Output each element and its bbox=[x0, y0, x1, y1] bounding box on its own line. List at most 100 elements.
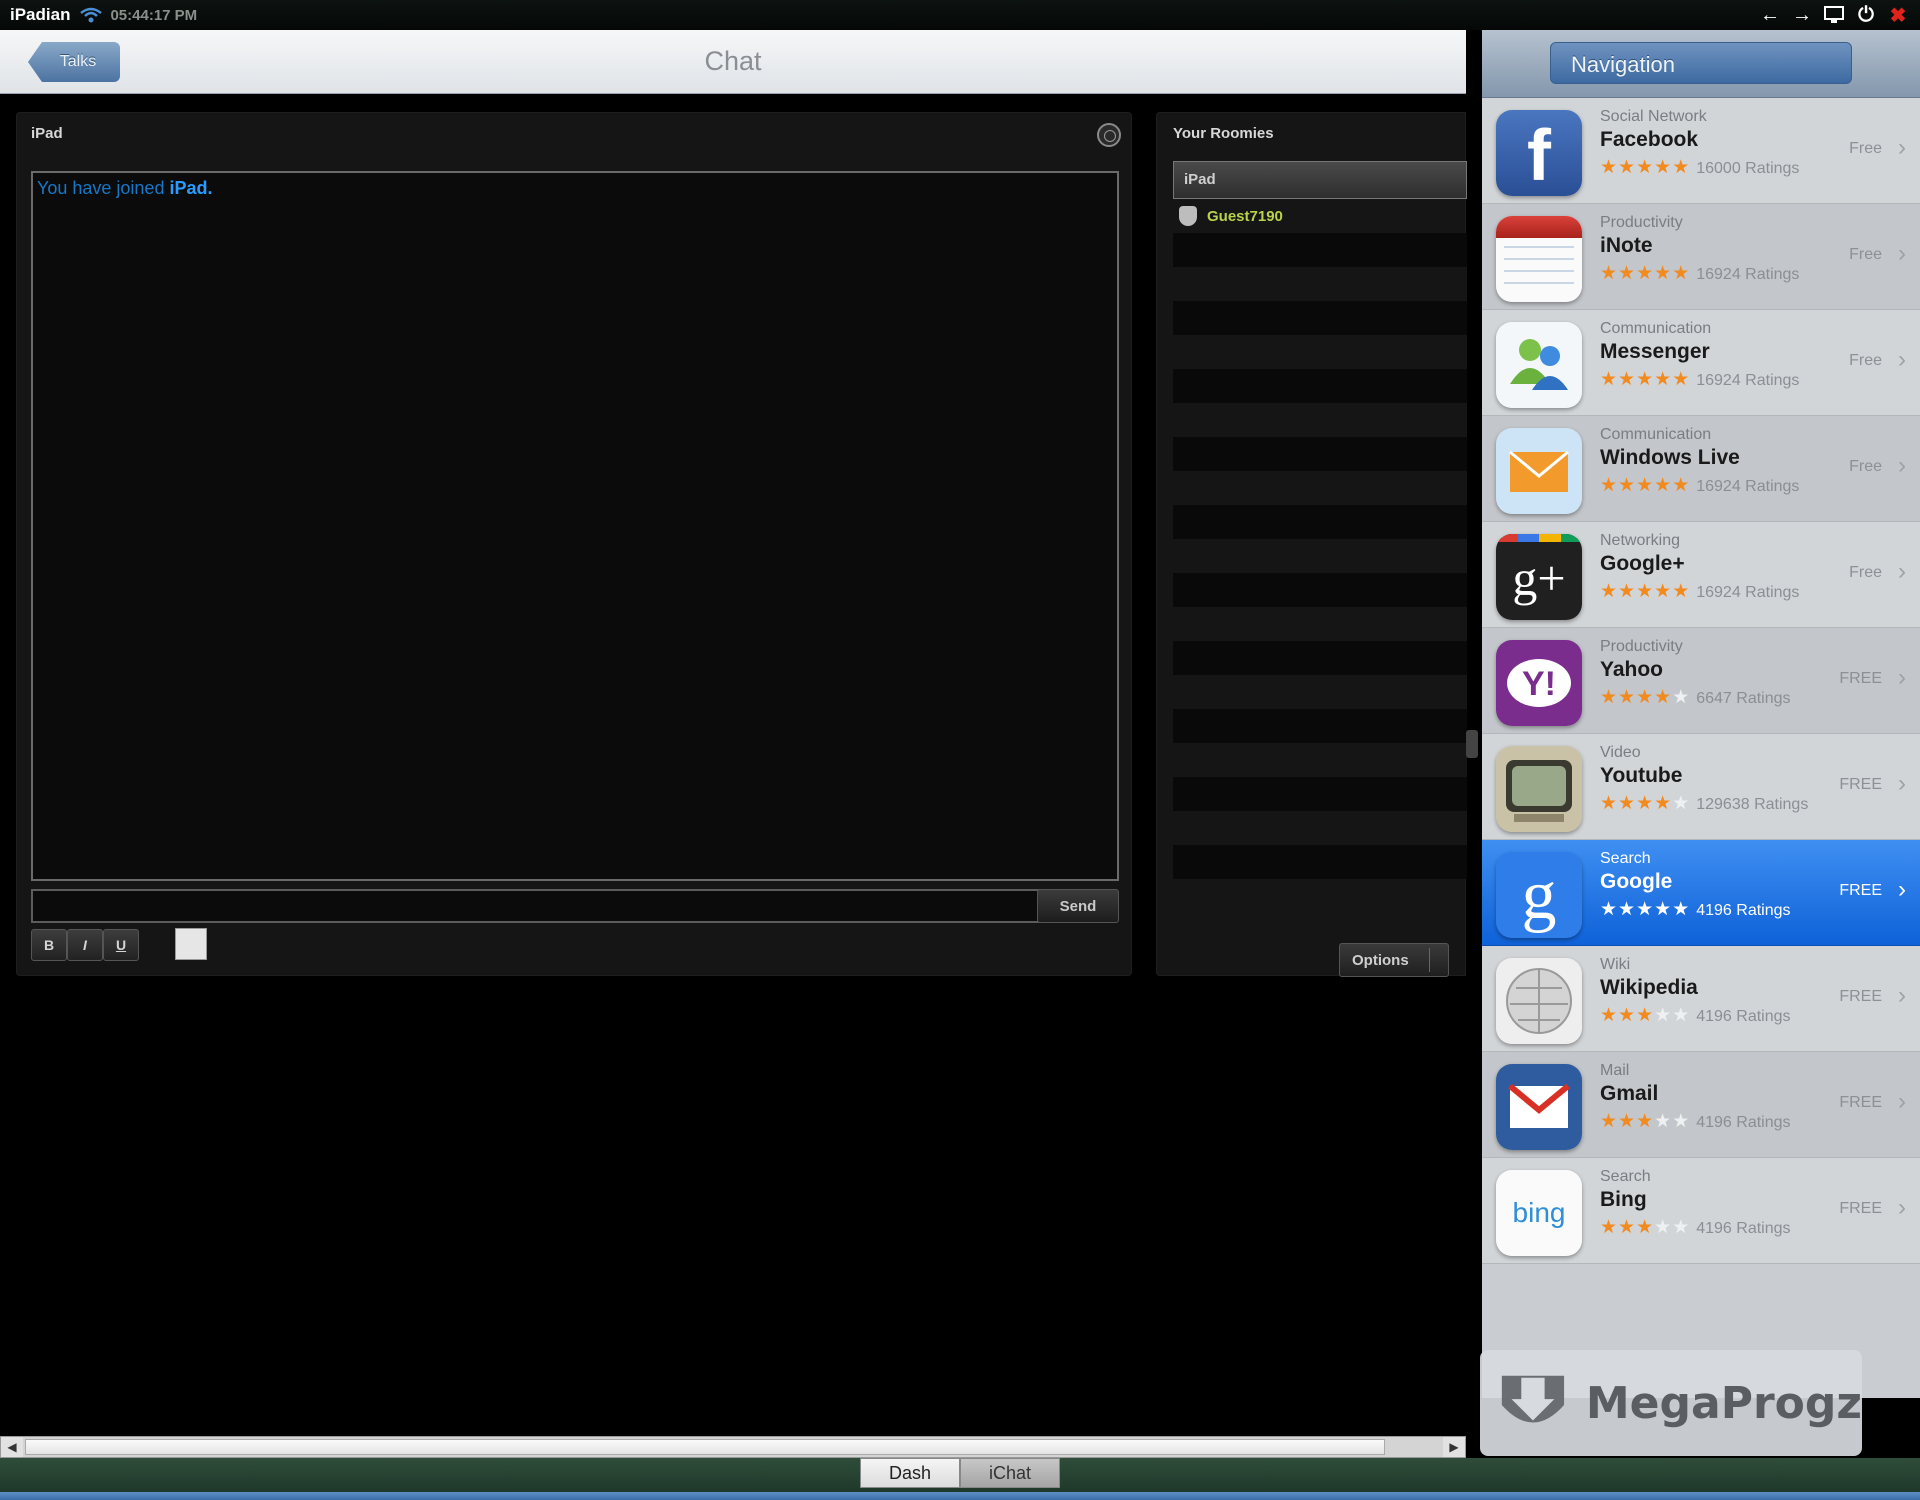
star-icon: ★ bbox=[1600, 1111, 1619, 1132]
star-icon: ★ bbox=[1636, 899, 1655, 920]
app-name: Google+ bbox=[1600, 552, 1685, 575]
back-arrow-icon[interactable]: ← bbox=[1758, 3, 1782, 27]
roomie-empty-row bbox=[1173, 267, 1467, 301]
app-list-item[interactable]: g+ Networking Google+ ★★★★★ 16924 Ratings Fre… bbox=[1482, 522, 1920, 628]
star-icon: ★ bbox=[1654, 1217, 1673, 1238]
star-icon: ★ bbox=[1672, 899, 1691, 920]
gmail-icon bbox=[1496, 1064, 1582, 1150]
text-color-swatch[interactable] bbox=[175, 928, 207, 960]
panel-close-icon[interactable] bbox=[1097, 123, 1121, 147]
wikipedia-globe-icon bbox=[1496, 958, 1582, 1044]
bold-button[interactable]: B bbox=[31, 929, 67, 961]
message-input[interactable] bbox=[31, 889, 1043, 923]
roomie-empty-row bbox=[1173, 675, 1467, 709]
app-list: f Social Network Facebook ★★★★★ 16000 Rating… bbox=[1482, 98, 1920, 1264]
svg-text:g: g bbox=[1522, 857, 1557, 934]
tab-dash[interactable]: Dash bbox=[860, 1458, 960, 1488]
ratings-count: 4196 Ratings bbox=[1696, 1220, 1791, 1237]
roomie-empty-row bbox=[1173, 505, 1467, 539]
star-icon: ★ bbox=[1654, 581, 1673, 602]
shield-icon bbox=[1179, 206, 1197, 226]
forward-arrow-icon[interactable]: → bbox=[1790, 3, 1814, 27]
roomie-empty-row bbox=[1173, 607, 1467, 641]
star-icon: ★ bbox=[1600, 369, 1619, 390]
chat-panel: iPad You have joined iPad. Send B I U bbox=[16, 112, 1132, 976]
tab-ichat[interactable]: iChat bbox=[960, 1458, 1060, 1488]
star-icon: ★ bbox=[1600, 475, 1619, 496]
app-list-item[interactable]: f Social Network Facebook ★★★★★ 16000 Rating… bbox=[1482, 98, 1920, 204]
app-list-item[interactable]: Communication Messenger ★★★★★ 16924 Ratings… bbox=[1482, 310, 1920, 416]
mail-envelope-icon bbox=[1496, 428, 1582, 514]
google-plus-icon: g+ bbox=[1496, 534, 1582, 620]
app-list-item[interactable]: Mail Gmail ★★★★★ 4196 Ratings FREE › bbox=[1482, 1052, 1920, 1158]
star-rating: ★★★★★ 16924 Ratings bbox=[1600, 474, 1799, 497]
app-list-item[interactable]: bing Search Bing ★★★★★ 4196 Ratings FREE › bbox=[1482, 1158, 1920, 1264]
app-category: Networking bbox=[1600, 532, 1681, 549]
star-icon: ★ bbox=[1654, 263, 1673, 284]
star-icon: ★ bbox=[1672, 687, 1691, 708]
chevron-right-icon: › bbox=[1898, 876, 1906, 903]
app-category: Productivity bbox=[1600, 214, 1683, 231]
nav-title-button[interactable]: Navigation bbox=[1550, 42, 1852, 84]
star-icon: ★ bbox=[1654, 369, 1673, 390]
scroll-left-icon[interactable]: ◀ bbox=[1, 1437, 23, 1457]
roomies-room-header[interactable]: iPad bbox=[1173, 161, 1467, 199]
svg-text:Y!: Y! bbox=[1522, 665, 1556, 703]
star-rating: ★★★★★ 4196 Ratings bbox=[1600, 1110, 1791, 1133]
app-name: Wikipedia bbox=[1600, 976, 1698, 999]
power-icon[interactable]: ⏻ bbox=[1854, 3, 1878, 27]
app-list-item[interactable]: Productivity iNote ★★★★★ 16924 Ratings Free › bbox=[1482, 204, 1920, 310]
roomies-scrollbar[interactable] bbox=[1466, 730, 1478, 758]
chevron-right-icon: › bbox=[1898, 452, 1906, 479]
star-icon: ★ bbox=[1654, 1005, 1673, 1026]
roomie-item[interactable]: Guest7190 bbox=[1173, 199, 1467, 233]
italic-button[interactable]: I bbox=[67, 929, 103, 961]
app-category: Search bbox=[1600, 1168, 1651, 1185]
star-icon: ★ bbox=[1618, 687, 1637, 708]
ratings-count: 4196 Ratings bbox=[1696, 902, 1791, 919]
app-category: Mail bbox=[1600, 1062, 1630, 1079]
star-icon: ★ bbox=[1618, 157, 1637, 178]
display-icon[interactable] bbox=[1822, 3, 1846, 27]
star-rating: ★★★★★ 16924 Ratings bbox=[1600, 580, 1799, 603]
scroll-thumb[interactable] bbox=[25, 1439, 1385, 1455]
app-name: Gmail bbox=[1600, 1082, 1659, 1105]
app-list-item[interactable]: Communication Windows Live ★★★★★ 16924 Rati… bbox=[1482, 416, 1920, 522]
star-icon: ★ bbox=[1636, 581, 1655, 602]
chevron-right-icon: › bbox=[1898, 346, 1906, 373]
price-label: Free bbox=[1849, 352, 1882, 369]
star-icon: ★ bbox=[1672, 793, 1691, 814]
horizontal-scrollbar[interactable]: ◀ ▶ bbox=[0, 1436, 1466, 1458]
app-name: Youtube bbox=[1600, 764, 1683, 787]
star-icon: ★ bbox=[1672, 1217, 1691, 1238]
app-list-item[interactable]: Wiki Wikipedia ★★★★★ 4196 Ratings FREE › bbox=[1482, 946, 1920, 1052]
nav-header: Navigation bbox=[1482, 30, 1920, 98]
star-icon: ★ bbox=[1672, 1005, 1691, 1026]
star-icon: ★ bbox=[1636, 1111, 1655, 1132]
roomies-panel: Your Roomies iPad Guest7190 Options bbox=[1156, 112, 1467, 977]
roomie-empty-row bbox=[1173, 573, 1467, 607]
svg-text:bing: bing bbox=[1513, 1197, 1566, 1228]
star-icon: ★ bbox=[1618, 581, 1637, 602]
app-list-item[interactable]: g Search Google ★★★★★ 4196 Ratings FREE › bbox=[1482, 840, 1920, 946]
ratings-count: 16924 Ratings bbox=[1696, 584, 1800, 601]
app-list-item[interactable]: Video Youtube ★★★★★ 129638 Ratings FREE › bbox=[1482, 734, 1920, 840]
roomie-empty-row bbox=[1173, 811, 1467, 845]
star-rating: ★★★★★ 16924 Ratings bbox=[1600, 368, 1799, 391]
star-icon: ★ bbox=[1636, 1217, 1655, 1238]
star-rating: ★★★★★ 16000 Ratings bbox=[1600, 156, 1799, 179]
star-icon: ★ bbox=[1672, 263, 1691, 284]
bottom-dock: Dash iChat bbox=[0, 1458, 1920, 1500]
price-label: Free bbox=[1849, 458, 1882, 475]
scroll-right-icon[interactable]: ▶ bbox=[1443, 1437, 1465, 1457]
send-button[interactable]: Send bbox=[1037, 889, 1119, 923]
app-list-item[interactable]: Y! Productivity Yahoo ★★★★★ 6647 Ratings FREE… bbox=[1482, 628, 1920, 734]
roomie-empty-row bbox=[1173, 709, 1467, 743]
app-name: Windows Live bbox=[1600, 446, 1740, 469]
roomie-empty-row bbox=[1173, 845, 1467, 879]
options-button[interactable]: Options bbox=[1339, 943, 1449, 977]
close-icon[interactable]: ✖ bbox=[1886, 3, 1910, 27]
underline-button[interactable]: U bbox=[103, 929, 139, 961]
ratings-count: 16000 Ratings bbox=[1696, 160, 1800, 177]
star-icon: ★ bbox=[1618, 1217, 1637, 1238]
